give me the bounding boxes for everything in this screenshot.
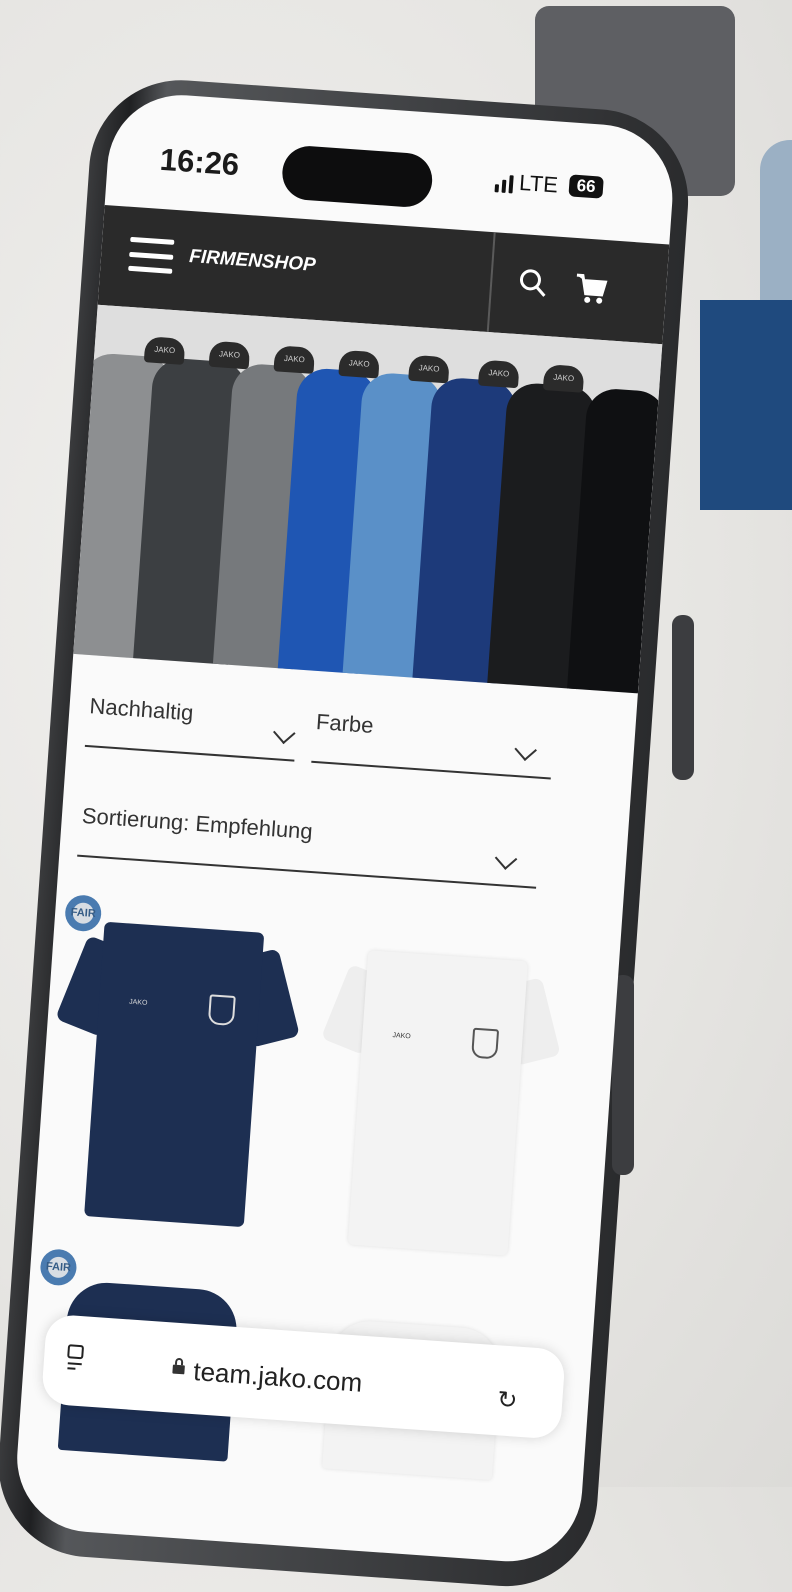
search-icon[interactable] [517, 267, 549, 299]
chevron-down-icon [494, 847, 518, 870]
tee-body-navy [84, 921, 265, 1228]
hanger: JAKO [208, 340, 251, 370]
hanger-logo: JAKO [153, 344, 176, 356]
lock-icon [172, 1358, 185, 1375]
reload-icon[interactable]: ↻ [496, 1385, 518, 1415]
sort-dropdown[interactable]: Sortierung: Empfehlung [77, 784, 542, 889]
hanger: JAKO [408, 354, 450, 384]
fair-badge: FAIR [39, 1248, 78, 1287]
hanger: JAKO [273, 345, 316, 374]
shield-logo-icon [471, 1027, 500, 1060]
chevron-down-icon [273, 721, 296, 745]
filter-color-dropdown[interactable]: Farbe [311, 690, 556, 780]
fair-badge: FAIR [63, 893, 103, 933]
hanger-logo: JAKO [218, 349, 241, 360]
dynamic-island [280, 144, 434, 209]
hanger: JAKO [477, 359, 520, 389]
shield-logo-icon [207, 994, 236, 1026]
hanger: JAKO [143, 336, 186, 365]
hanger: JAKO [338, 349, 381, 379]
phone-screen: 16:26 LTE 66 FIRMENSHOP JAKO JAKO JAKO J… [12, 90, 678, 1567]
background-light-blue-shape [760, 140, 792, 310]
filter-sustainable-label: Nachhaltig [88, 693, 195, 726]
network-label: LTE [518, 169, 559, 198]
hanger: JAKO [542, 364, 585, 393]
filter-sustainable-dropdown[interactable]: Nachhaltig [84, 675, 300, 762]
sort-label: Sortierung: Empfehlung [81, 802, 314, 844]
hanger-logo: JAKO [348, 358, 370, 369]
battery-icon: 66 [568, 174, 604, 199]
chevron-down-icon [514, 738, 537, 761]
hanger-logo: JAKO [418, 363, 440, 374]
filter-color-label: Farbe [315, 709, 375, 738]
signal-icon [494, 174, 514, 194]
hanger-logo: JAKO [283, 353, 306, 365]
status-time: 16:26 [158, 141, 241, 183]
background-blue-block [700, 300, 792, 510]
phone-side-button [672, 615, 694, 780]
product-card[interactable]: JAKO [307, 927, 569, 1263]
hanger-logo: JAKO [552, 372, 575, 384]
hamburger-menu-icon[interactable] [128, 236, 175, 274]
jako-logo-icon: JAKO [392, 1032, 411, 1041]
nav-divider [486, 232, 496, 333]
tabs-icon[interactable] [65, 1343, 85, 1372]
cart-icon[interactable] [573, 271, 609, 307]
product-card[interactable]: FAIR JAKO [43, 893, 305, 1240]
url-text[interactable]: team.jako.com [192, 1356, 363, 1399]
hanger-logo: JAKO [488, 368, 510, 379]
jako-logo-icon: JAKO [128, 998, 148, 1007]
hero-banner-image: JAKO JAKO JAKO JAKO JAKO JAKO JAKO [73, 304, 663, 694]
tee-body-white [347, 950, 528, 1256]
brand-title[interactable]: FIRMENSHOP [188, 246, 317, 277]
